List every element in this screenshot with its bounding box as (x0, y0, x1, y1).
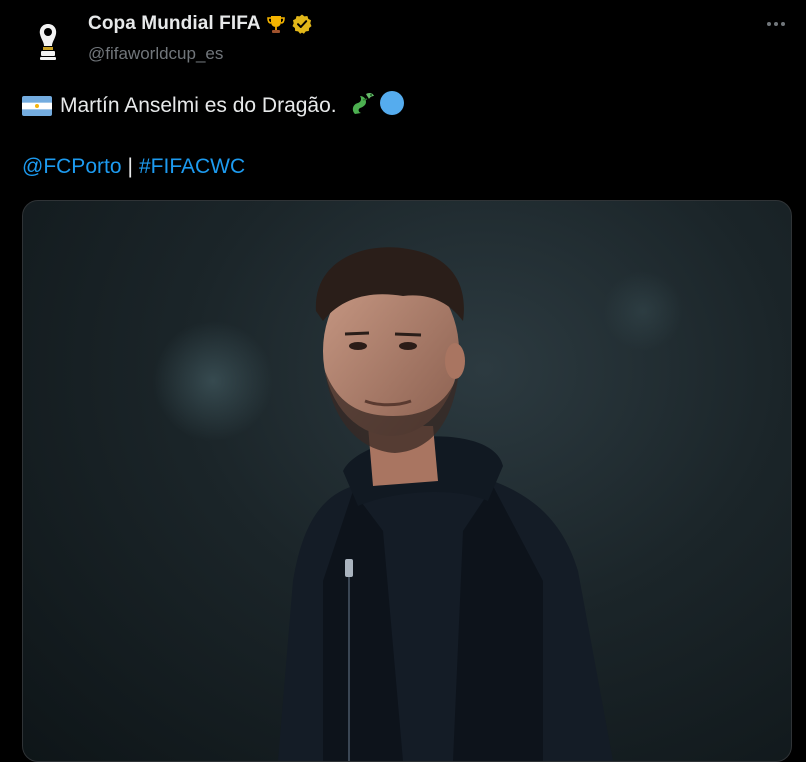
avatar[interactable] (22, 16, 74, 68)
link-separator: | (127, 155, 133, 178)
hashtag-link[interactable]: #FIFACWC (139, 155, 245, 179)
tweet-text-line: Martín Anselmi es do Dragão. (22, 90, 405, 122)
tweet-card: Copa Mundial FIFA @fifaworldcup_es Martí… (0, 0, 806, 762)
man-in-dark-jacket-photo (153, 247, 683, 761)
tweet-links: @FCPorto | #FIFACWC (22, 155, 245, 179)
more-dot (774, 22, 778, 26)
tweet-text: Martín Anselmi es do Dragão. (60, 94, 337, 117)
more-dots-icon (767, 22, 771, 26)
mention-link[interactable]: @FCPorto (22, 155, 122, 179)
fifa-world-cup-logo-icon (33, 22, 63, 62)
more-dot (781, 22, 785, 26)
author-handle[interactable]: @fifaworldcup_es (88, 44, 223, 64)
verified-badge-icon[interactable] (291, 13, 313, 35)
author-name-row[interactable]: Copa Mundial FIFA (88, 13, 313, 35)
blue-circle-icon (379, 90, 405, 122)
more-options-button[interactable] (764, 12, 788, 36)
argentina-flag-icon (22, 96, 52, 116)
author-display-name[interactable]: Copa Mundial FIFA (88, 13, 261, 35)
trophy-icon (265, 13, 287, 35)
trailing-emojis (349, 90, 405, 122)
dragon-icon (349, 90, 377, 122)
tweet-photo[interactable] (22, 200, 792, 762)
